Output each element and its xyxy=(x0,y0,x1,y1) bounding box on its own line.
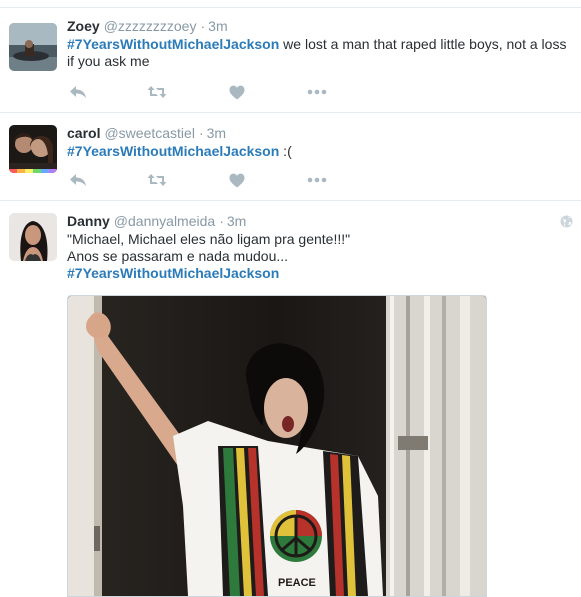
tweet-header: carol @sweetcastiel · 3m xyxy=(67,124,569,142)
tweet-header: Zoey @zzzzzzzzoey · 3m xyxy=(67,17,569,35)
hashtag-link[interactable]: #7YearsWithoutMichaelJackson xyxy=(67,143,279,159)
timestamp[interactable]: 3m xyxy=(227,213,246,229)
tweet-text: #7YearsWithoutMichaelJackson :( xyxy=(67,143,569,160)
tweet-header: Danny @dannyalmeida · 3m xyxy=(67,212,569,230)
tweet-zoey[interactable]: Zoey @zzzzzzzzoey · 3m #7YearsWithoutMichae… xyxy=(0,8,581,113)
avatar[interactable] xyxy=(9,125,57,173)
tweet-line-1: "Michael, Michael eles não ligam pra gen… xyxy=(67,231,351,247)
like-button[interactable] xyxy=(226,171,248,189)
photo-image: PEACE xyxy=(68,296,486,596)
tweet-actions xyxy=(67,83,347,101)
tweet-carol[interactable]: carol @sweetcastiel · 3m #7YearsWithoutMich… xyxy=(0,113,581,201)
tweet-photo[interactable]: PEACE xyxy=(67,295,487,597)
fullname[interactable]: Zoey xyxy=(67,18,100,34)
hashtag-link[interactable]: #7YearsWithoutMichaelJackson xyxy=(67,265,279,281)
avatar[interactable] xyxy=(9,213,57,261)
reply-button[interactable] xyxy=(67,83,89,101)
fullname[interactable]: carol xyxy=(67,125,100,141)
more-button[interactable] xyxy=(306,171,328,189)
more-dots-icon xyxy=(307,177,327,183)
more-button[interactable] xyxy=(306,83,328,101)
avatar[interactable] xyxy=(9,23,57,71)
username[interactable]: @dannyalmeida xyxy=(114,213,215,229)
retweet-icon xyxy=(147,86,167,98)
timestamp[interactable]: 3m xyxy=(208,18,227,34)
fullname[interactable]: Danny xyxy=(67,213,110,229)
timeline-feed: Zoey @zzzzzzzzoey · 3m #7YearsWithoutMichae… xyxy=(0,0,581,597)
heart-icon xyxy=(229,173,245,187)
separator: · xyxy=(219,213,224,229)
hashtag-link[interactable]: #7YearsWithoutMichaelJackson xyxy=(67,36,279,52)
tweet-body: :( xyxy=(279,143,292,159)
retweet-button[interactable] xyxy=(146,171,168,189)
photo-shirt-text: PEACE xyxy=(278,577,316,589)
retweet-button[interactable] xyxy=(146,83,168,101)
tweet-line-2: Anos se passaram e nada mudou... xyxy=(67,248,289,264)
more-dots-icon xyxy=(307,89,327,95)
username[interactable]: @sweetcastiel xyxy=(104,125,194,141)
reply-arrow-icon xyxy=(70,174,86,186)
top-divider xyxy=(0,0,581,8)
separator: · xyxy=(200,18,206,34)
username[interactable]: @zzzzzzzzoey xyxy=(104,18,197,34)
reply-arrow-icon xyxy=(70,86,86,98)
like-button[interactable] xyxy=(226,83,248,101)
separator: · xyxy=(198,125,204,141)
timestamp[interactable]: 3m xyxy=(207,125,226,141)
retweet-icon xyxy=(147,174,167,186)
tweet-text: #7YearsWithoutMichaelJackson we lost a m… xyxy=(67,36,569,70)
heart-icon xyxy=(229,85,245,99)
tweet-text: "Michael, Michael eles não ligam pra gen… xyxy=(67,231,569,282)
reply-button[interactable] xyxy=(67,171,89,189)
tweet-actions xyxy=(67,171,347,189)
